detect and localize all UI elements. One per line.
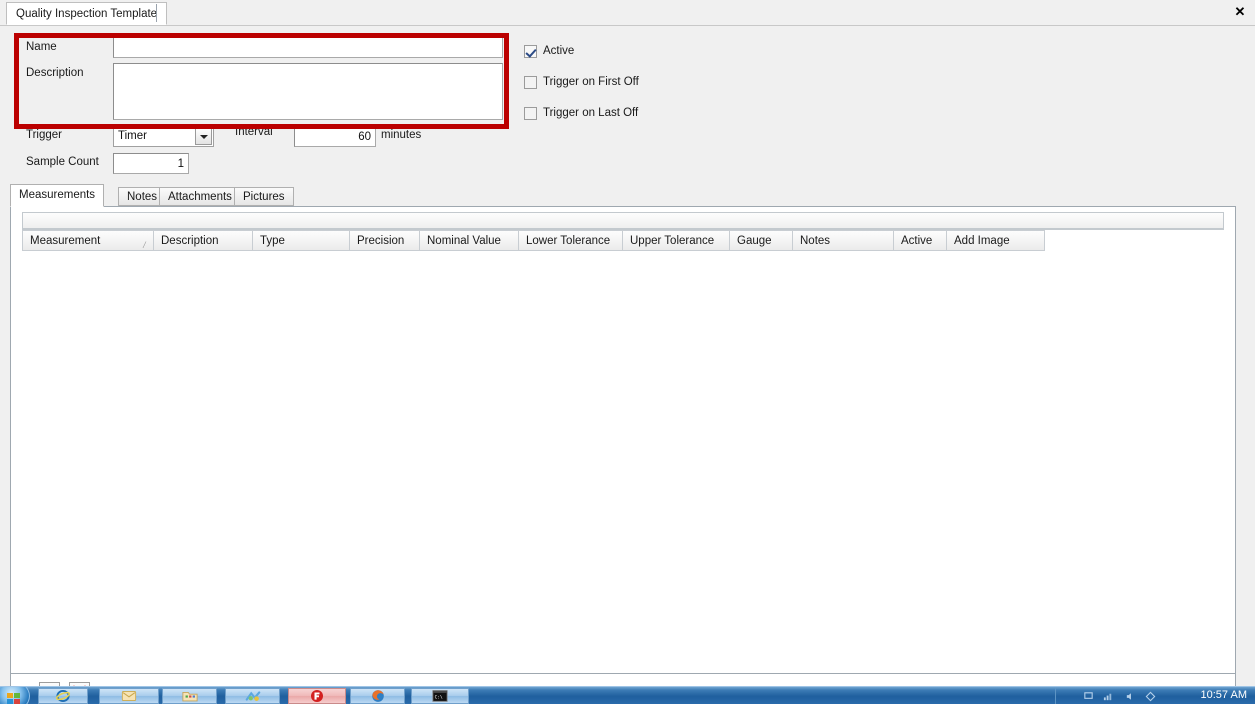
tray-flag-icon[interactable] (1083, 691, 1094, 702)
trigger-first-off-checkbox[interactable] (524, 76, 537, 89)
command-prompt-icon: C:\ (432, 690, 448, 702)
trigger-selected-value: Timer (118, 130, 147, 142)
taskbar-windows-explorer[interactable] (162, 688, 217, 704)
firefox-icon (371, 690, 384, 702)
measurements-grid[interactable]: Measurement ⁄ Description Type Precision Nomi… (22, 229, 1224, 661)
grid-toolbar[interactable] (22, 212, 1224, 229)
taskbar-internet-explorer[interactable] (38, 688, 88, 704)
tray-action-center-icon[interactable] (1145, 691, 1156, 702)
tray-volume-icon[interactable] (1125, 691, 1136, 702)
sort-indicator-icon: ⁄ (144, 240, 146, 250)
grid-column-header[interactable]: Lower Tolerance (519, 230, 623, 251)
internet-explorer-icon (55, 689, 71, 703)
sample-count-input[interactable] (113, 153, 189, 174)
taskbar-paint[interactable] (225, 688, 280, 704)
taskbar-adobe-reader[interactable] (288, 688, 346, 704)
interval-units-label: minutes (381, 129, 422, 141)
name-input[interactable] (113, 37, 503, 58)
grid-column-header-label: Notes (800, 235, 831, 247)
tab-attachments[interactable]: Attachments (159, 187, 241, 206)
grid-column-header[interactable]: Gauge (730, 230, 793, 251)
interval-input[interactable] (294, 126, 376, 147)
interval-label: Interval (235, 126, 273, 138)
trigger-label: Trigger (26, 129, 62, 141)
grid-column-header[interactable]: Active (894, 230, 947, 251)
system-tray[interactable]: 10:57 AM (1055, 687, 1255, 704)
form-panel: Name Description Trigger Timer Interval … (0, 26, 1255, 704)
adobe-reader-icon (311, 690, 323, 702)
tab-divider (156, 4, 157, 22)
grid-body[interactable] (22, 251, 1224, 661)
grid-column-header-label: Lower Tolerance (526, 235, 611, 247)
grid-column-header-label: Precision (357, 235, 405, 247)
start-button-icon[interactable] (0, 687, 30, 704)
grid-column-header[interactable]: Upper Tolerance (623, 230, 730, 251)
grid-column-header-label: Add Image (954, 235, 1010, 247)
mail-icon (121, 691, 137, 701)
tab-measurements[interactable]: Measurements (10, 184, 105, 207)
taskbar-command-prompt[interactable]: C:\ (411, 688, 469, 704)
detail-tab-strip: Measurements Notes Attachments Pictures (10, 184, 1236, 207)
measurements-tab-page: Measurement ⁄ Description Type Precision Nomi… (10, 206, 1236, 674)
grid-column-header[interactable]: Precision (350, 230, 420, 251)
tray-network-icon[interactable] (1103, 691, 1114, 702)
grid-column-header-label: Nominal Value (427, 235, 501, 247)
chevron-down-icon[interactable] (195, 128, 212, 145)
close-icon[interactable]: ✕ (1229, 2, 1251, 22)
grid-column-header-label: Measurement (30, 235, 101, 247)
trigger-first-off-checkbox-label: Trigger on First Off (543, 76, 639, 88)
grid-column-header-label: Active (901, 235, 933, 247)
trigger-last-off-checkbox[interactable] (524, 107, 537, 120)
grid-column-header-label: Type (260, 235, 285, 247)
svg-text:C:\: C:\ (435, 695, 443, 701)
document-tab-bar: Quality Inspection Template ✕ (0, 0, 1255, 26)
grid-column-header-label: Gauge (737, 235, 772, 247)
tray-divider (1055, 688, 1056, 704)
grid-column-header-label: Description (161, 235, 219, 247)
trigger-combobox[interactable]: Timer (113, 126, 214, 147)
taskbar-clock[interactable]: 10:57 AM (1201, 689, 1247, 701)
application-window: Quality Inspection Template ✕ Name Descr… (0, 0, 1255, 704)
description-label: Description (26, 67, 84, 79)
description-input[interactable] (113, 63, 503, 120)
paint-icon (245, 691, 260, 701)
grid-column-header[interactable]: Description (154, 230, 253, 251)
grid-column-header[interactable]: Notes (793, 230, 894, 251)
grid-column-header-label: Upper Tolerance (630, 235, 715, 247)
windows-taskbar[interactable]: C:\ 10:57 AM (0, 686, 1255, 704)
active-checkbox[interactable] (524, 45, 537, 58)
folder-icon (181, 692, 198, 702)
grid-header-row: Measurement ⁄ Description Type Precision Nomi… (22, 230, 1224, 251)
grid-column-header[interactable]: Nominal Value (420, 230, 519, 251)
tab-pictures[interactable]: Pictures (234, 187, 294, 206)
trigger-last-off-checkbox-label: Trigger on Last Off (543, 107, 639, 119)
grid-column-header[interactable]: Type (253, 230, 350, 251)
document-tab-quality-inspection-template[interactable]: Quality Inspection Template (6, 2, 168, 25)
sample-count-label: Sample Count (26, 156, 99, 168)
name-label: Name (26, 41, 57, 53)
grid-column-header[interactable]: Measurement ⁄ (22, 230, 154, 251)
grid-column-header[interactable]: Add Image (947, 230, 1045, 251)
taskbar-firefox[interactable] (350, 688, 405, 704)
taskbar-outlook-mail[interactable] (99, 688, 159, 704)
active-checkbox-label: Active (543, 45, 575, 57)
